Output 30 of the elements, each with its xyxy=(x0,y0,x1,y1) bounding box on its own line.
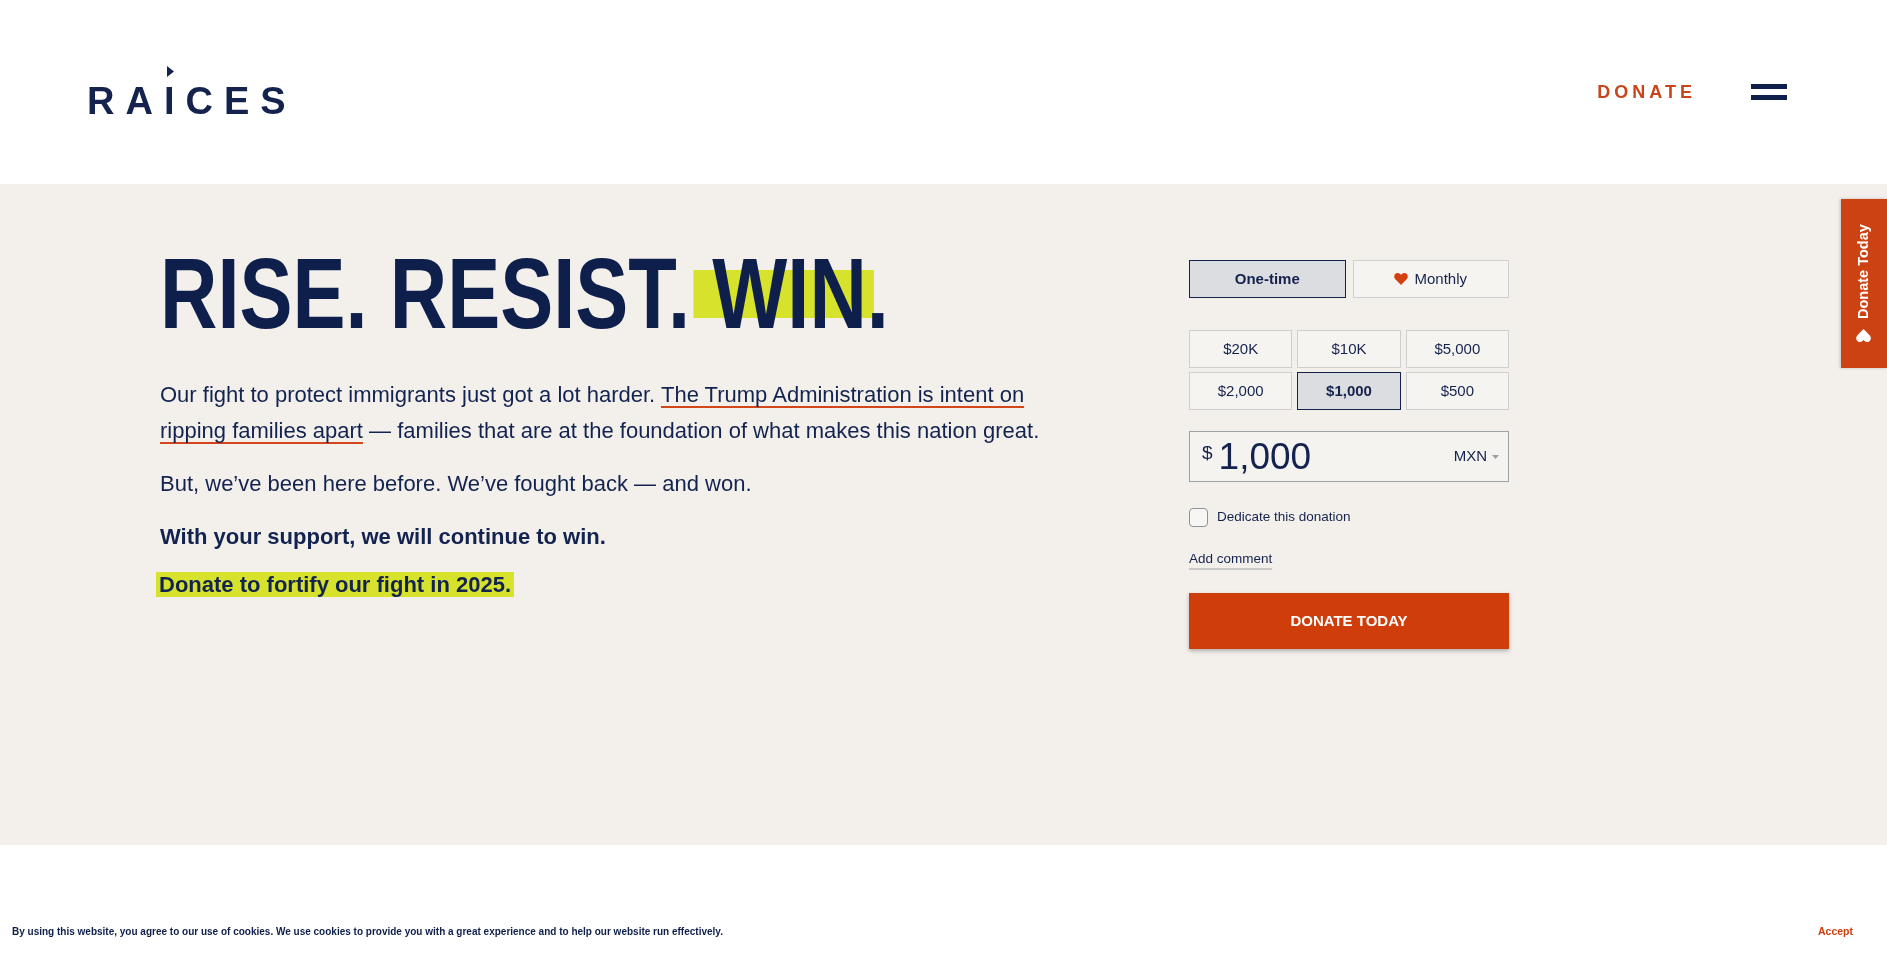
heart-icon xyxy=(1394,273,1409,285)
amount-option[interactable]: $1,000 xyxy=(1297,372,1401,410)
currency-select[interactable]: MXN xyxy=(1453,445,1499,468)
paragraph: Our fight to protect immigrants just got a lot harder. The Trump Administration is intent on ripping families apart — families that are at the foundation of what makes this nation great. xyxy=(160,381,1041,445)
dedicate-label: Dedicate this donation xyxy=(1217,508,1351,526)
highlighted-text: Donate to fortify our fight in 2025. xyxy=(156,572,514,597)
amount-option[interactable]: $10K xyxy=(1297,330,1401,368)
donate-link[interactable]: DONATE xyxy=(1597,83,1696,101)
caret-icon xyxy=(1492,454,1499,459)
dedicate-checkbox[interactable] xyxy=(1189,507,1208,527)
accept-link[interactable]: Accept xyxy=(1818,925,1853,938)
menu-button[interactable] xyxy=(1751,84,1787,100)
paragraph: But, we’ve been here before. We’ve fought back — and won. xyxy=(160,470,753,498)
accent-mark-icon xyxy=(167,65,174,77)
add-comment-link[interactable]: Add comment xyxy=(1189,551,1273,571)
currency-symbol: $ xyxy=(1202,441,1213,466)
bold-paragraph: With your support, we will continue to win. xyxy=(160,523,607,551)
amount-field[interactable]: $ 1,000 MXN xyxy=(1189,431,1509,482)
frequency-tab[interactable]: Monthly xyxy=(1352,260,1509,298)
site-logo[interactable]: RAICES xyxy=(87,81,297,120)
donate-today-button[interactable]: DONATE TODAY xyxy=(1189,593,1509,650)
amount-option[interactable]: $2,000 xyxy=(1189,372,1293,410)
donate-side-tab[interactable]: Donate Today xyxy=(1841,199,1887,368)
frequency-tab[interactable]: One-time xyxy=(1189,260,1346,298)
amount-option[interactable]: $500 xyxy=(1405,372,1509,410)
amount-option[interactable]: $5,000 xyxy=(1405,330,1509,368)
amount-option[interactable]: $20K xyxy=(1189,330,1293,368)
heart-icon xyxy=(1856,329,1872,343)
cookie-notice: By using this website, you agree to our use of cookies. We use cookies to provide you with a great experience and to help our website run effectively. xyxy=(12,925,723,938)
menu-icon xyxy=(1751,84,1787,100)
